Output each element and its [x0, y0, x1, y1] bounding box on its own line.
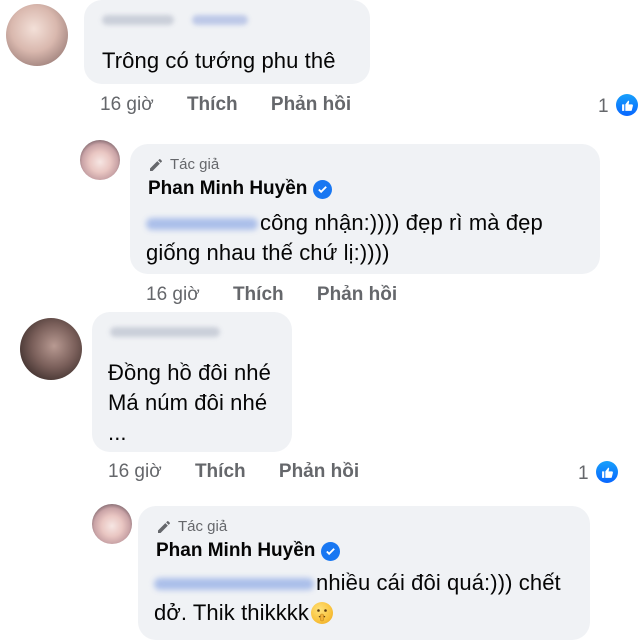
commenter-avatar[interactable]	[20, 318, 82, 380]
mention-redacted[interactable]	[146, 218, 258, 230]
reply-like-button[interactable]: Thích	[233, 284, 284, 305]
shushing-face-emoji-icon	[311, 602, 333, 624]
reply-reply-button[interactable]: Phản hồi	[317, 284, 397, 305]
reply-text-line2: giống nhau thế chứ lị:))))	[146, 240, 390, 265]
author-tag: Tác giả	[156, 518, 227, 535]
reaction-count[interactable]: 1	[578, 463, 589, 485]
reply-text: công nhận:)))) đẹp rì mà đẹp giống nhau …	[146, 208, 543, 268]
author-name[interactable]: Phan Minh Huyền	[156, 540, 341, 562]
comment-text-line1: Đồng hồ đôi nhé	[108, 360, 271, 385]
author-name[interactable]: Phan Minh Huyền	[148, 178, 333, 200]
reply-bubble: Tác giả Phan Minh Huyền nhiều cái đôi qu…	[138, 506, 590, 640]
pencil-icon	[158, 520, 170, 533]
reply-button[interactable]: Phản hồi	[271, 94, 351, 115]
commenter-name-redacted[interactable]	[110, 324, 220, 342]
comment-actions: 16 giờ Thích Phản hồi	[100, 94, 379, 116]
comment-time[interactable]: 16 giờ	[108, 461, 162, 482]
comment-bubble: Đồng hồ đôi nhé Má núm đôi nhé ...	[92, 312, 292, 452]
pencil-icon	[150, 158, 162, 171]
comment-text-line3: ...	[108, 420, 127, 445]
verified-badge-icon	[321, 541, 341, 561]
author-tag-label: Tác giả	[170, 156, 220, 173]
like-reaction-icon[interactable]	[616, 94, 638, 116]
reply-text-line1: công nhận:)))) đẹp rì mà đẹp	[260, 210, 543, 235]
author-tag: Tác giả	[148, 156, 219, 173]
comment-text: Đồng hồ đôi nhé Má núm đôi nhé ...	[108, 358, 271, 448]
reply-text-line1: nhiều cái đôi quá:))) chết	[316, 570, 561, 595]
like-button[interactable]: Thích	[187, 94, 238, 115]
mention-redacted[interactable]	[154, 578, 314, 590]
reply-time[interactable]: 16 giờ	[146, 284, 200, 305]
like-button[interactable]: Thích	[195, 461, 246, 482]
verified-badge-icon	[313, 179, 333, 199]
author-name-text[interactable]: Phan Minh Huyền	[156, 540, 315, 562]
like-reaction-icon[interactable]	[596, 461, 618, 483]
reply-text-line2: dở. Thik thikkkk	[154, 600, 309, 625]
reply-text: nhiều cái đôi quá:))) chết dở. Thik thik…	[154, 568, 561, 628]
comment-text-line2: Má núm đôi nhé	[108, 390, 268, 415]
reply-bubble: Tác giả Phan Minh Huyền công nhận:)))) đ…	[130, 144, 600, 274]
commenter-avatar[interactable]	[6, 4, 68, 66]
comment-bubble: Trông có tướng phu thê	[84, 0, 370, 84]
comment-text: Trông có tướng phu thê	[102, 48, 336, 73]
reply-actions: 16 giờ Thích Phản hồi	[146, 284, 425, 306]
author-avatar[interactable]	[80, 140, 120, 180]
author-name-text[interactable]: Phan Minh Huyền	[148, 178, 307, 200]
author-avatar[interactable]	[92, 504, 132, 544]
reply-button[interactable]: Phản hồi	[279, 461, 359, 482]
comment-time[interactable]: 16 giờ	[100, 94, 154, 115]
reaction-count[interactable]: 1	[598, 96, 609, 118]
author-tag-label: Tác giả	[178, 518, 228, 535]
commenter-name-redacted[interactable]	[102, 12, 249, 30]
comment-actions: 16 giờ Thích Phản hồi	[108, 461, 387, 483]
